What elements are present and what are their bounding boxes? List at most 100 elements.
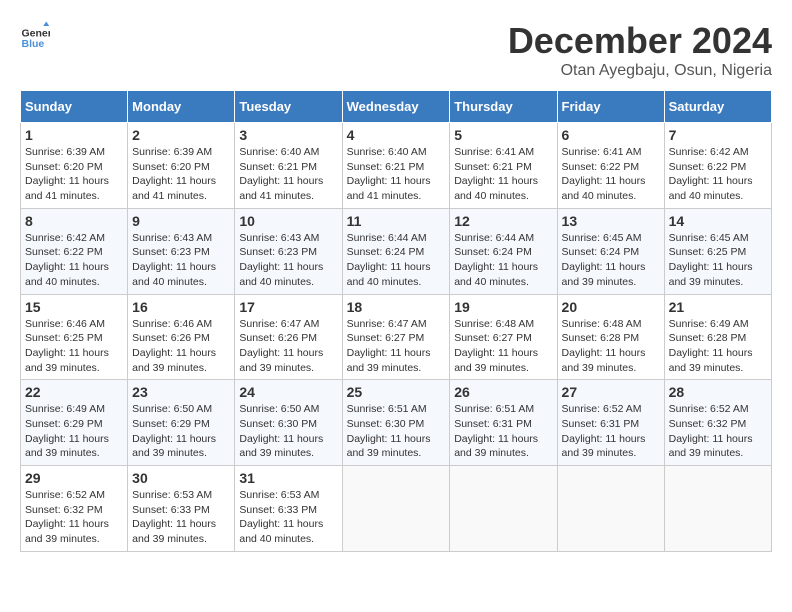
day-number: 4 [347,127,446,143]
day-number: 27 [562,384,660,400]
day-number: 12 [454,213,552,229]
day-info: Sunrise: 6:40 AM Sunset: 6:21 PM Dayligh… [239,145,337,204]
day-info: Sunrise: 6:40 AM Sunset: 6:21 PM Dayligh… [347,145,446,204]
month-title: December 2024 [508,20,772,62]
day-info: Sunrise: 6:51 AM Sunset: 6:31 PM Dayligh… [454,402,552,461]
day-info: Sunrise: 6:51 AM Sunset: 6:30 PM Dayligh… [347,402,446,461]
location-subtitle: Otan Ayegbaju, Osun, Nigeria [508,62,772,80]
day-info: Sunrise: 6:43 AM Sunset: 6:23 PM Dayligh… [239,231,337,290]
calendar-cell: 7 Sunrise: 6:42 AM Sunset: 6:22 PM Dayli… [664,123,771,209]
day-number: 29 [25,470,123,486]
logo-icon: General Blue [20,20,50,50]
calendar-cell: 16 Sunrise: 6:46 AM Sunset: 6:26 PM Dayl… [128,294,235,380]
day-number: 26 [454,384,552,400]
calendar-cell: 2 Sunrise: 6:39 AM Sunset: 6:20 PM Dayli… [128,123,235,209]
day-number: 18 [347,299,446,315]
weekday-header: Friday [557,91,664,123]
day-info: Sunrise: 6:53 AM Sunset: 6:33 PM Dayligh… [239,488,337,547]
day-info: Sunrise: 6:50 AM Sunset: 6:30 PM Dayligh… [239,402,337,461]
day-info: Sunrise: 6:53 AM Sunset: 6:33 PM Dayligh… [132,488,230,547]
day-info: Sunrise: 6:45 AM Sunset: 6:25 PM Dayligh… [669,231,767,290]
day-number: 7 [669,127,767,143]
day-info: Sunrise: 6:42 AM Sunset: 6:22 PM Dayligh… [25,231,123,290]
day-number: 13 [562,213,660,229]
weekday-header-row: SundayMondayTuesdayWednesdayThursdayFrid… [21,91,772,123]
day-info: Sunrise: 6:47 AM Sunset: 6:27 PM Dayligh… [347,317,446,376]
day-info: Sunrise: 6:46 AM Sunset: 6:25 PM Dayligh… [25,317,123,376]
day-number: 25 [347,384,446,400]
day-info: Sunrise: 6:39 AM Sunset: 6:20 PM Dayligh… [132,145,230,204]
day-info: Sunrise: 6:52 AM Sunset: 6:32 PM Dayligh… [669,402,767,461]
day-number: 19 [454,299,552,315]
calendar-cell: 13 Sunrise: 6:45 AM Sunset: 6:24 PM Dayl… [557,208,664,294]
calendar-cell [342,466,450,552]
calendar-cell [557,466,664,552]
weekday-header: Thursday [450,91,557,123]
calendar-week-row: 15 Sunrise: 6:46 AM Sunset: 6:25 PM Dayl… [21,294,772,380]
weekday-header: Saturday [664,91,771,123]
day-number: 2 [132,127,230,143]
day-info: Sunrise: 6:49 AM Sunset: 6:29 PM Dayligh… [25,402,123,461]
day-info: Sunrise: 6:41 AM Sunset: 6:22 PM Dayligh… [562,145,660,204]
calendar-cell: 27 Sunrise: 6:52 AM Sunset: 6:31 PM Dayl… [557,380,664,466]
day-info: Sunrise: 6:44 AM Sunset: 6:24 PM Dayligh… [347,231,446,290]
calendar-cell: 30 Sunrise: 6:53 AM Sunset: 6:33 PM Dayl… [128,466,235,552]
day-info: Sunrise: 6:48 AM Sunset: 6:27 PM Dayligh… [454,317,552,376]
calendar-cell: 23 Sunrise: 6:50 AM Sunset: 6:29 PM Dayl… [128,380,235,466]
calendar-cell: 12 Sunrise: 6:44 AM Sunset: 6:24 PM Dayl… [450,208,557,294]
calendar-week-row: 29 Sunrise: 6:52 AM Sunset: 6:32 PM Dayl… [21,466,772,552]
calendar-cell: 29 Sunrise: 6:52 AM Sunset: 6:32 PM Dayl… [21,466,128,552]
calendar-cell: 11 Sunrise: 6:44 AM Sunset: 6:24 PM Dayl… [342,208,450,294]
calendar-cell: 17 Sunrise: 6:47 AM Sunset: 6:26 PM Dayl… [235,294,342,380]
day-number: 17 [239,299,337,315]
calendar-cell: 21 Sunrise: 6:49 AM Sunset: 6:28 PM Dayl… [664,294,771,380]
day-info: Sunrise: 6:46 AM Sunset: 6:26 PM Dayligh… [132,317,230,376]
day-info: Sunrise: 6:43 AM Sunset: 6:23 PM Dayligh… [132,231,230,290]
day-number: 1 [25,127,123,143]
day-info: Sunrise: 6:42 AM Sunset: 6:22 PM Dayligh… [669,145,767,204]
calendar-cell: 6 Sunrise: 6:41 AM Sunset: 6:22 PM Dayli… [557,123,664,209]
calendar-cell: 20 Sunrise: 6:48 AM Sunset: 6:28 PM Dayl… [557,294,664,380]
day-number: 22 [25,384,123,400]
weekday-header: Sunday [21,91,128,123]
day-info: Sunrise: 6:52 AM Sunset: 6:32 PM Dayligh… [25,488,123,547]
weekday-header: Monday [128,91,235,123]
logo: General Blue [20,20,50,50]
day-number: 10 [239,213,337,229]
calendar-week-row: 8 Sunrise: 6:42 AM Sunset: 6:22 PM Dayli… [21,208,772,294]
day-info: Sunrise: 6:47 AM Sunset: 6:26 PM Dayligh… [239,317,337,376]
calendar-cell: 10 Sunrise: 6:43 AM Sunset: 6:23 PM Dayl… [235,208,342,294]
day-info: Sunrise: 6:49 AM Sunset: 6:28 PM Dayligh… [669,317,767,376]
day-number: 20 [562,299,660,315]
calendar-cell: 25 Sunrise: 6:51 AM Sunset: 6:30 PM Dayl… [342,380,450,466]
day-info: Sunrise: 6:39 AM Sunset: 6:20 PM Dayligh… [25,145,123,204]
day-number: 3 [239,127,337,143]
calendar-cell: 26 Sunrise: 6:51 AM Sunset: 6:31 PM Dayl… [450,380,557,466]
day-number: 5 [454,127,552,143]
calendar-week-row: 22 Sunrise: 6:49 AM Sunset: 6:29 PM Dayl… [21,380,772,466]
day-info: Sunrise: 6:48 AM Sunset: 6:28 PM Dayligh… [562,317,660,376]
calendar-week-row: 1 Sunrise: 6:39 AM Sunset: 6:20 PM Dayli… [21,123,772,209]
calendar-cell: 31 Sunrise: 6:53 AM Sunset: 6:33 PM Dayl… [235,466,342,552]
day-number: 21 [669,299,767,315]
calendar-cell: 19 Sunrise: 6:48 AM Sunset: 6:27 PM Dayl… [450,294,557,380]
calendar-cell [450,466,557,552]
calendar-cell: 1 Sunrise: 6:39 AM Sunset: 6:20 PM Dayli… [21,123,128,209]
day-number: 15 [25,299,123,315]
day-number: 9 [132,213,230,229]
day-number: 23 [132,384,230,400]
day-number: 31 [239,470,337,486]
calendar-cell: 3 Sunrise: 6:40 AM Sunset: 6:21 PM Dayli… [235,123,342,209]
calendar-cell: 14 Sunrise: 6:45 AM Sunset: 6:25 PM Dayl… [664,208,771,294]
title-section: December 2024 Otan Ayegbaju, Osun, Niger… [508,20,772,80]
weekday-header: Tuesday [235,91,342,123]
calendar-cell: 5 Sunrise: 6:41 AM Sunset: 6:21 PM Dayli… [450,123,557,209]
calendar-cell: 22 Sunrise: 6:49 AM Sunset: 6:29 PM Dayl… [21,380,128,466]
svg-text:Blue: Blue [22,38,45,50]
calendar-cell: 4 Sunrise: 6:40 AM Sunset: 6:21 PM Dayli… [342,123,450,209]
day-number: 28 [669,384,767,400]
day-info: Sunrise: 6:45 AM Sunset: 6:24 PM Dayligh… [562,231,660,290]
calendar-cell: 24 Sunrise: 6:50 AM Sunset: 6:30 PM Dayl… [235,380,342,466]
calendar-cell: 15 Sunrise: 6:46 AM Sunset: 6:25 PM Dayl… [21,294,128,380]
calendar-table: SundayMondayTuesdayWednesdayThursdayFrid… [20,90,772,552]
